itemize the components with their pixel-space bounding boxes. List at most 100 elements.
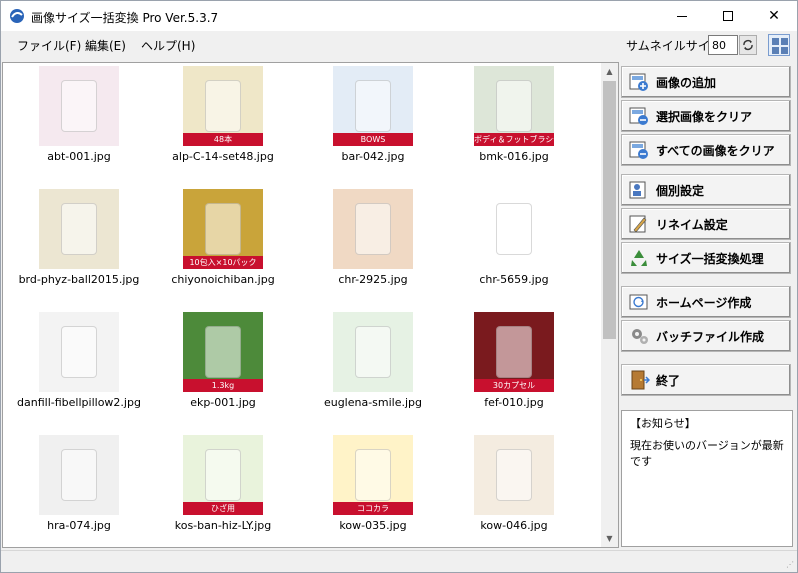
individual-settings-button[interactable]: 個別設定	[621, 174, 791, 206]
product-shape	[61, 80, 97, 132]
notice-box: 【お知らせ】 現在お使いのバージョンが最新です	[621, 410, 793, 547]
gear-icon	[632, 329, 648, 344]
grid-icon-cell	[781, 38, 788, 45]
webpage-icon	[629, 294, 648, 310]
thumbnail-item[interactable]: ココカラ kow-035.jpg	[303, 433, 443, 547]
product-shape	[61, 449, 97, 501]
product-shape	[355, 326, 391, 378]
thumbnail-filename: kow-046.jpg	[480, 519, 548, 532]
create-webpage-button[interactable]: ホームページ作成	[621, 286, 791, 318]
rename-settings-button[interactable]: リネイム設定	[621, 208, 791, 240]
product-shape	[61, 203, 97, 255]
thumbnail-item[interactable]: 1.3kg ekp-001.jpg	[153, 310, 293, 430]
menu-help[interactable]: ヘルプ(H)	[141, 37, 195, 54]
scroll-up-arrow[interactable]: ▲	[601, 63, 618, 80]
product-shape	[205, 326, 241, 378]
thumbnail-item[interactable]: 30カプセル fef-010.jpg	[444, 310, 584, 430]
create-batch-label: バッチファイル作成	[656, 329, 765, 344]
vertical-scrollbar[interactable]: ▲ ▼	[601, 63, 618, 547]
status-bar: ⋰	[1, 550, 797, 572]
product-shape	[496, 326, 532, 378]
thumbnail-filename: ekp-001.jpg	[190, 396, 256, 409]
thumbnail-item[interactable]: chr-5659.jpg	[444, 187, 584, 307]
thumbnail-size-refresh-button[interactable]	[739, 35, 757, 55]
thumbnail-badge: ボディ＆フットブラシセット	[474, 133, 554, 146]
exit-button[interactable]: 終了	[621, 364, 791, 396]
rename-icon	[629, 215, 647, 233]
layout-toggle-button[interactable]	[768, 34, 790, 56]
thumbnail-item[interactable]: 10包入×10パック chiyonoichiban.jpg	[153, 187, 293, 307]
refresh-icon	[743, 39, 753, 51]
thumbnail-item[interactable]: ボディ＆フットブラシセット bmk-016.jpg	[444, 64, 584, 184]
scroll-down-arrow[interactable]: ▼	[601, 530, 618, 547]
thumbnail-badge: BOWS	[333, 133, 413, 146]
thumbnail-badge: 1.3kg	[183, 379, 263, 392]
batch-resize-button[interactable]: サイズ一括変換処理	[621, 242, 791, 274]
thumbnail-item[interactable]: hra-074.jpg	[9, 433, 149, 547]
thumbnail-grid: abt-001.jpg 48本 alp-C-14-set48.jpg BOWS bar-…	[3, 63, 601, 547]
thumbnail-image	[39, 66, 119, 146]
menu-edit[interactable]: 編集(E)	[85, 37, 126, 54]
thumbnail-image	[333, 189, 413, 269]
grid-icon	[772, 38, 779, 45]
thumbnail-filename: chr-2925.jpg	[338, 273, 408, 286]
image-list-pane[interactable]: abt-001.jpg 48本 alp-C-14-set48.jpg BOWS bar-…	[2, 62, 619, 548]
thumbnail-image: 1.3kg	[183, 312, 263, 392]
minimize-button[interactable]	[659, 1, 705, 31]
user-settings-icon	[629, 181, 646, 199]
clear-selected-label: 選択画像をクリア	[656, 109, 753, 124]
thumbnail-item[interactable]: ひざ用 kos-ban-hiz-LY.jpg	[153, 433, 293, 547]
close-icon: ✕	[768, 8, 780, 24]
thumbnail-size-input[interactable]	[708, 35, 738, 55]
scroll-thumb[interactable]	[603, 81, 616, 339]
thumbnail-filename: bmk-016.jpg	[479, 150, 549, 163]
thumbnail-image: ボディ＆フットブラシセット	[474, 66, 554, 146]
add-images-label: 画像の追加	[656, 75, 717, 90]
thumbnail-item[interactable]: BOWS bar-042.jpg	[303, 64, 443, 184]
thumbnail-item[interactable]: danfill-fibellpillow2.jpg	[9, 310, 149, 430]
menu-file[interactable]: ファイル(F)	[17, 37, 81, 54]
thumbnail-filename: alp-C-14-set48.jpg	[172, 150, 274, 163]
thumbnail-item[interactable]: abt-001.jpg	[9, 64, 149, 184]
title-bar: 画像サイズ一括変換 Pro Ver.5.3.7 ✕	[1, 1, 797, 31]
maximize-button[interactable]	[705, 1, 751, 31]
thumbnail-item[interactable]: euglena-smile.jpg	[303, 310, 443, 430]
batch-resize-label: サイズ一括変換処理	[656, 251, 764, 266]
thumbnail-filename: brd-phyz-ball2015.jpg	[18, 273, 140, 286]
add-images-button[interactable]: 画像の追加	[621, 66, 791, 98]
clear-all-icon	[629, 141, 648, 159]
product-shape	[496, 449, 532, 501]
thumbnail-filename: euglena-smile.jpg	[323, 396, 423, 409]
thumbnail-item[interactable]: chr-2925.jpg	[303, 187, 443, 307]
thumbnail-item[interactable]: 48本 alp-C-14-set48.jpg	[153, 64, 293, 184]
app-window: 画像サイズ一括変換 Pro Ver.5.3.7 ✕ ファイル(F) 編集(E) …	[0, 0, 798, 573]
resize-grip-icon[interactable]: ⋰	[786, 560, 794, 569]
create-webpage-label: ホームページ作成	[656, 295, 752, 310]
grid-icon-cell	[781, 47, 788, 54]
thumbnail-image	[39, 312, 119, 392]
thumbnail-item[interactable]: kow-046.jpg	[444, 433, 584, 547]
product-shape	[355, 80, 391, 132]
thumbnail-image: BOWS	[333, 66, 413, 146]
remove-image-icon	[629, 107, 648, 125]
thumbnail-image: ひざ用	[183, 435, 263, 515]
thumbnail-badge: 48本	[183, 133, 263, 146]
thumbnail-image: 10包入×10パック	[183, 189, 263, 269]
thumbnail-image	[474, 189, 554, 269]
clear-selected-button[interactable]: 選択画像をクリア	[621, 100, 791, 132]
close-button[interactable]: ✕	[751, 1, 797, 31]
thumbnail-filename: chr-5659.jpg	[479, 273, 549, 286]
thumbnail-filename: bar-042.jpg	[341, 150, 405, 163]
maximize-icon	[723, 11, 733, 21]
product-shape	[205, 203, 241, 255]
thumbnail-image	[474, 435, 554, 515]
thumbnail-filename: kos-ban-hiz-LY.jpg	[174, 519, 272, 532]
product-shape	[496, 80, 532, 132]
thumbnail-filename: fef-010.jpg	[484, 396, 544, 409]
product-shape	[205, 449, 241, 501]
thumbnail-image: 30カプセル	[474, 312, 554, 392]
grid-icon-cell	[772, 47, 779, 54]
clear-all-button[interactable]: すべての画像をクリア	[621, 134, 791, 166]
create-batch-button[interactable]: バッチファイル作成	[621, 320, 791, 352]
thumbnail-item[interactable]: brd-phyz-ball2015.jpg	[9, 187, 149, 307]
